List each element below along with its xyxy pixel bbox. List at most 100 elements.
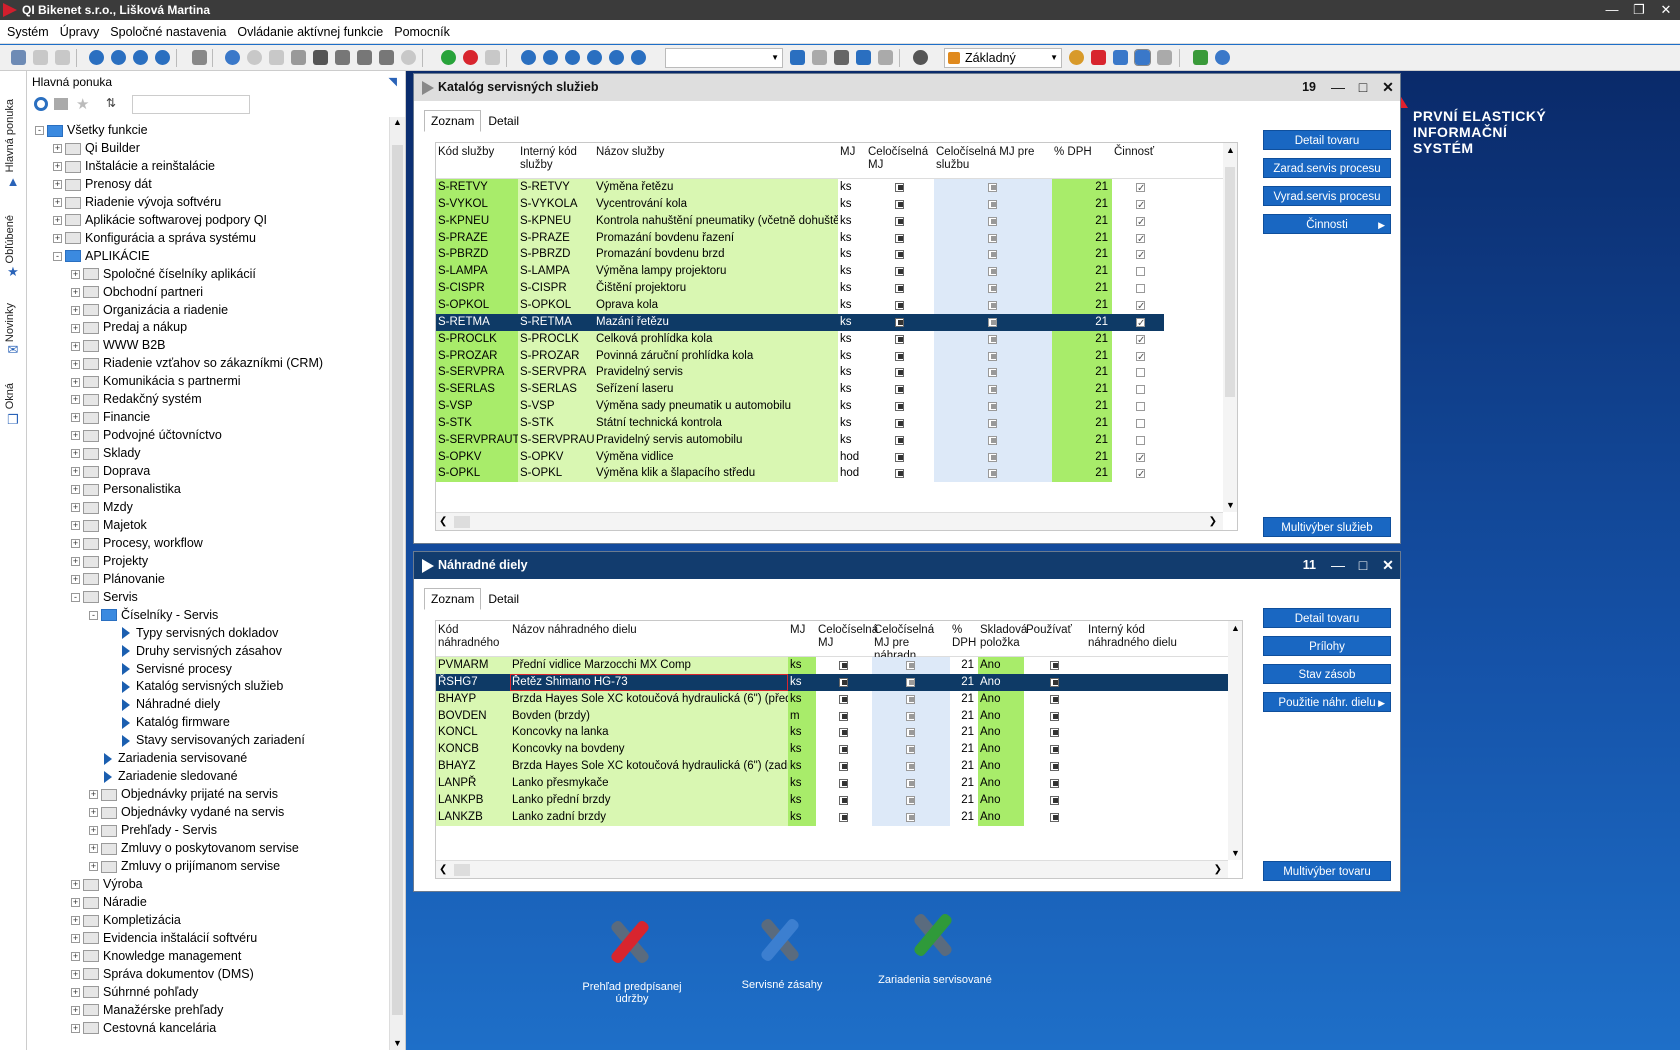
star-icon[interactable]: ★	[76, 95, 89, 113]
cell-code[interactable]: S-KPNEU	[436, 212, 518, 230]
cell-dph[interactable]: 21	[1052, 296, 1112, 314]
cell-mj[interactable]: ks	[838, 212, 866, 230]
multiselect-products-button[interactable]: Multivýber tovaru	[1263, 861, 1391, 881]
menu-item-edit[interactable]: Úpravy	[53, 20, 104, 44]
cell-icode[interactable]: S-PROZAR	[518, 347, 594, 365]
scroll-left-icon[interactable]: ❮	[439, 864, 447, 875]
menu-item-help[interactable]: Pomocník	[387, 20, 454, 44]
cell-mj[interactable]: ks	[838, 313, 866, 331]
checkbox-cell[interactable]	[866, 381, 934, 399]
checkbox[interactable]	[1050, 812, 1059, 822]
checkbox-cell[interactable]	[934, 381, 1052, 399]
checkbox[interactable]	[988, 334, 997, 344]
cell-code[interactable]: S-PBRZD	[436, 246, 518, 264]
checkbox-cell[interactable]	[816, 791, 872, 809]
cell-name[interactable]: Vycentrování kola	[594, 195, 838, 213]
checkbox[interactable]	[1050, 778, 1059, 788]
filter-clear-icon[interactable]	[812, 50, 827, 65]
checkbox[interactable]	[895, 284, 904, 294]
tree-node[interactable]: + Organizácia a riadenie	[71, 301, 228, 319]
checkbox-cell[interactable]	[934, 229, 1052, 247]
expand-icon[interactable]: +	[71, 916, 80, 925]
table-row[interactable]: S-VYKOL S-VYKOLA Vycentrování kola ks 21	[436, 195, 1237, 213]
column-header[interactable]: Interný kód služby	[520, 146, 594, 172]
expand-icon[interactable]: +	[71, 305, 80, 315]
cell-mj[interactable]: ks	[838, 179, 866, 196]
checkbox[interactable]	[988, 284, 997, 294]
tree-node[interactable]: + Plánovanie	[71, 570, 165, 588]
print-icon[interactable]	[357, 50, 372, 65]
activity-checkbox[interactable]	[1136, 284, 1145, 294]
activity-checkbox[interactable]	[1136, 349, 1145, 365]
cell-dph[interactable]: 21	[950, 791, 978, 809]
cell-icode[interactable]: S-LAMPA	[518, 263, 594, 281]
activity-checkbox[interactable]	[1136, 435, 1145, 445]
expand-icon[interactable]: +	[89, 862, 98, 872]
activity-checkbox-cell[interactable]	[1112, 263, 1164, 281]
table-row[interactable]: S-RETVY S-RETVY Výměna řetězu ks 21	[436, 179, 1237, 196]
window-icon[interactable]	[291, 50, 306, 65]
tree-node[interactable]: + Objednávky vydané na servis	[89, 803, 284, 821]
checkbox[interactable]	[895, 317, 904, 327]
checkbox-cell[interactable]	[934, 280, 1052, 298]
checkbox-cell[interactable]	[872, 774, 950, 792]
paste-icon[interactable]	[55, 50, 70, 65]
cell-name[interactable]: Přední vidlice Marzocchi MX Comp	[510, 657, 788, 674]
expand-icon[interactable]: +	[53, 233, 62, 243]
tree-node[interactable]: - Číselníky - Servis	[89, 606, 218, 624]
activity-checkbox[interactable]	[1136, 231, 1145, 247]
tree-node[interactable]: - APLIKÁCIE	[53, 247, 150, 265]
minimize-icon[interactable]: —	[1328, 74, 1348, 101]
checkbox[interactable]	[906, 795, 915, 805]
table-row[interactable]: S-SERVPRAUTOS-SERVPRAUTOPravidelný servi…	[436, 431, 1237, 449]
cell-icode[interactable]: S-OPKL	[518, 465, 594, 483]
expand-icon[interactable]: +	[71, 1005, 80, 1015]
checkbox-cell[interactable]	[1024, 707, 1086, 725]
tree-node[interactable]: + Výroba	[71, 875, 143, 893]
checkbox[interactable]	[988, 469, 997, 479]
table-row[interactable]: BHAYZ Brzda Hayes Sole XC kotoučová hydra…	[436, 758, 1242, 776]
checkbox-cell[interactable]	[872, 690, 950, 708]
checkbox[interactable]	[895, 267, 904, 277]
cell-name[interactable]: Brzda Hayes Sole XC kotoučová hydraulick…	[510, 758, 788, 776]
checkbox-cell[interactable]	[934, 414, 1052, 432]
activity-checkbox-cell[interactable]	[1112, 364, 1164, 382]
tree-node[interactable]: Katalóg firmware	[107, 713, 230, 731]
activity-checkbox-cell[interactable]	[1112, 347, 1164, 365]
table-row[interactable]: S-PBRZD S-PBRZD Promazání bovdenu brzd ks 21	[436, 246, 1237, 264]
expand-icon[interactable]: +	[71, 395, 80, 405]
cell-dph[interactable]: 21	[1052, 179, 1112, 196]
tree-node[interactable]: + Doprava	[71, 462, 150, 480]
checkbox-cell[interactable]	[1024, 673, 1086, 691]
tools-icon[interactable]	[1091, 50, 1106, 65]
cell-code[interactable]: S-OPKOL	[436, 296, 518, 314]
cell-name[interactable]: Koncovky na bovdeny	[510, 741, 788, 759]
cell-mj[interactable]: ks	[838, 296, 866, 314]
cell-code[interactable]: S-CISPR	[436, 280, 518, 298]
tree-node[interactable]: Zariadenie sledované	[89, 767, 238, 785]
scroll-up-icon[interactable]: ▲	[393, 117, 402, 127]
scroll-right-icon[interactable]: ❯	[1209, 516, 1217, 527]
checkbox-cell[interactable]	[866, 179, 934, 196]
sort-icon[interactable]	[834, 50, 849, 65]
checkbox[interactable]	[839, 812, 848, 822]
checkbox[interactable]	[895, 435, 904, 445]
checkbox-cell[interactable]	[1024, 758, 1086, 776]
expand-icon[interactable]: +	[71, 431, 80, 441]
cell-sklad[interactable]: Ano	[978, 808, 1024, 826]
cell-internal-code[interactable]	[1086, 791, 1228, 809]
activity-checkbox-cell[interactable]	[1112, 212, 1164, 230]
cell-code[interactable]: S-SERVPRA	[436, 364, 518, 382]
checkbox[interactable]	[988, 368, 997, 378]
scroll-up-icon[interactable]: ▲	[1231, 623, 1240, 633]
column-header[interactable]: Používať	[1026, 624, 1086, 637]
cell-dph[interactable]: 21	[950, 724, 978, 742]
cell-code[interactable]: S-SERVPRAUTO	[436, 431, 518, 449]
remove-process-button[interactable]: Vyrad.servis procesu	[1263, 186, 1391, 206]
cell-internal-code[interactable]	[1086, 657, 1228, 674]
checkbox-cell[interactable]	[866, 246, 934, 264]
column-header[interactable]: Kód služby	[438, 146, 518, 159]
column-header[interactable]: MJ	[790, 624, 816, 637]
cell-icode[interactable]: S-RETVY	[518, 179, 594, 196]
tree-node[interactable]: Druhy servisných zásahov	[107, 642, 282, 660]
